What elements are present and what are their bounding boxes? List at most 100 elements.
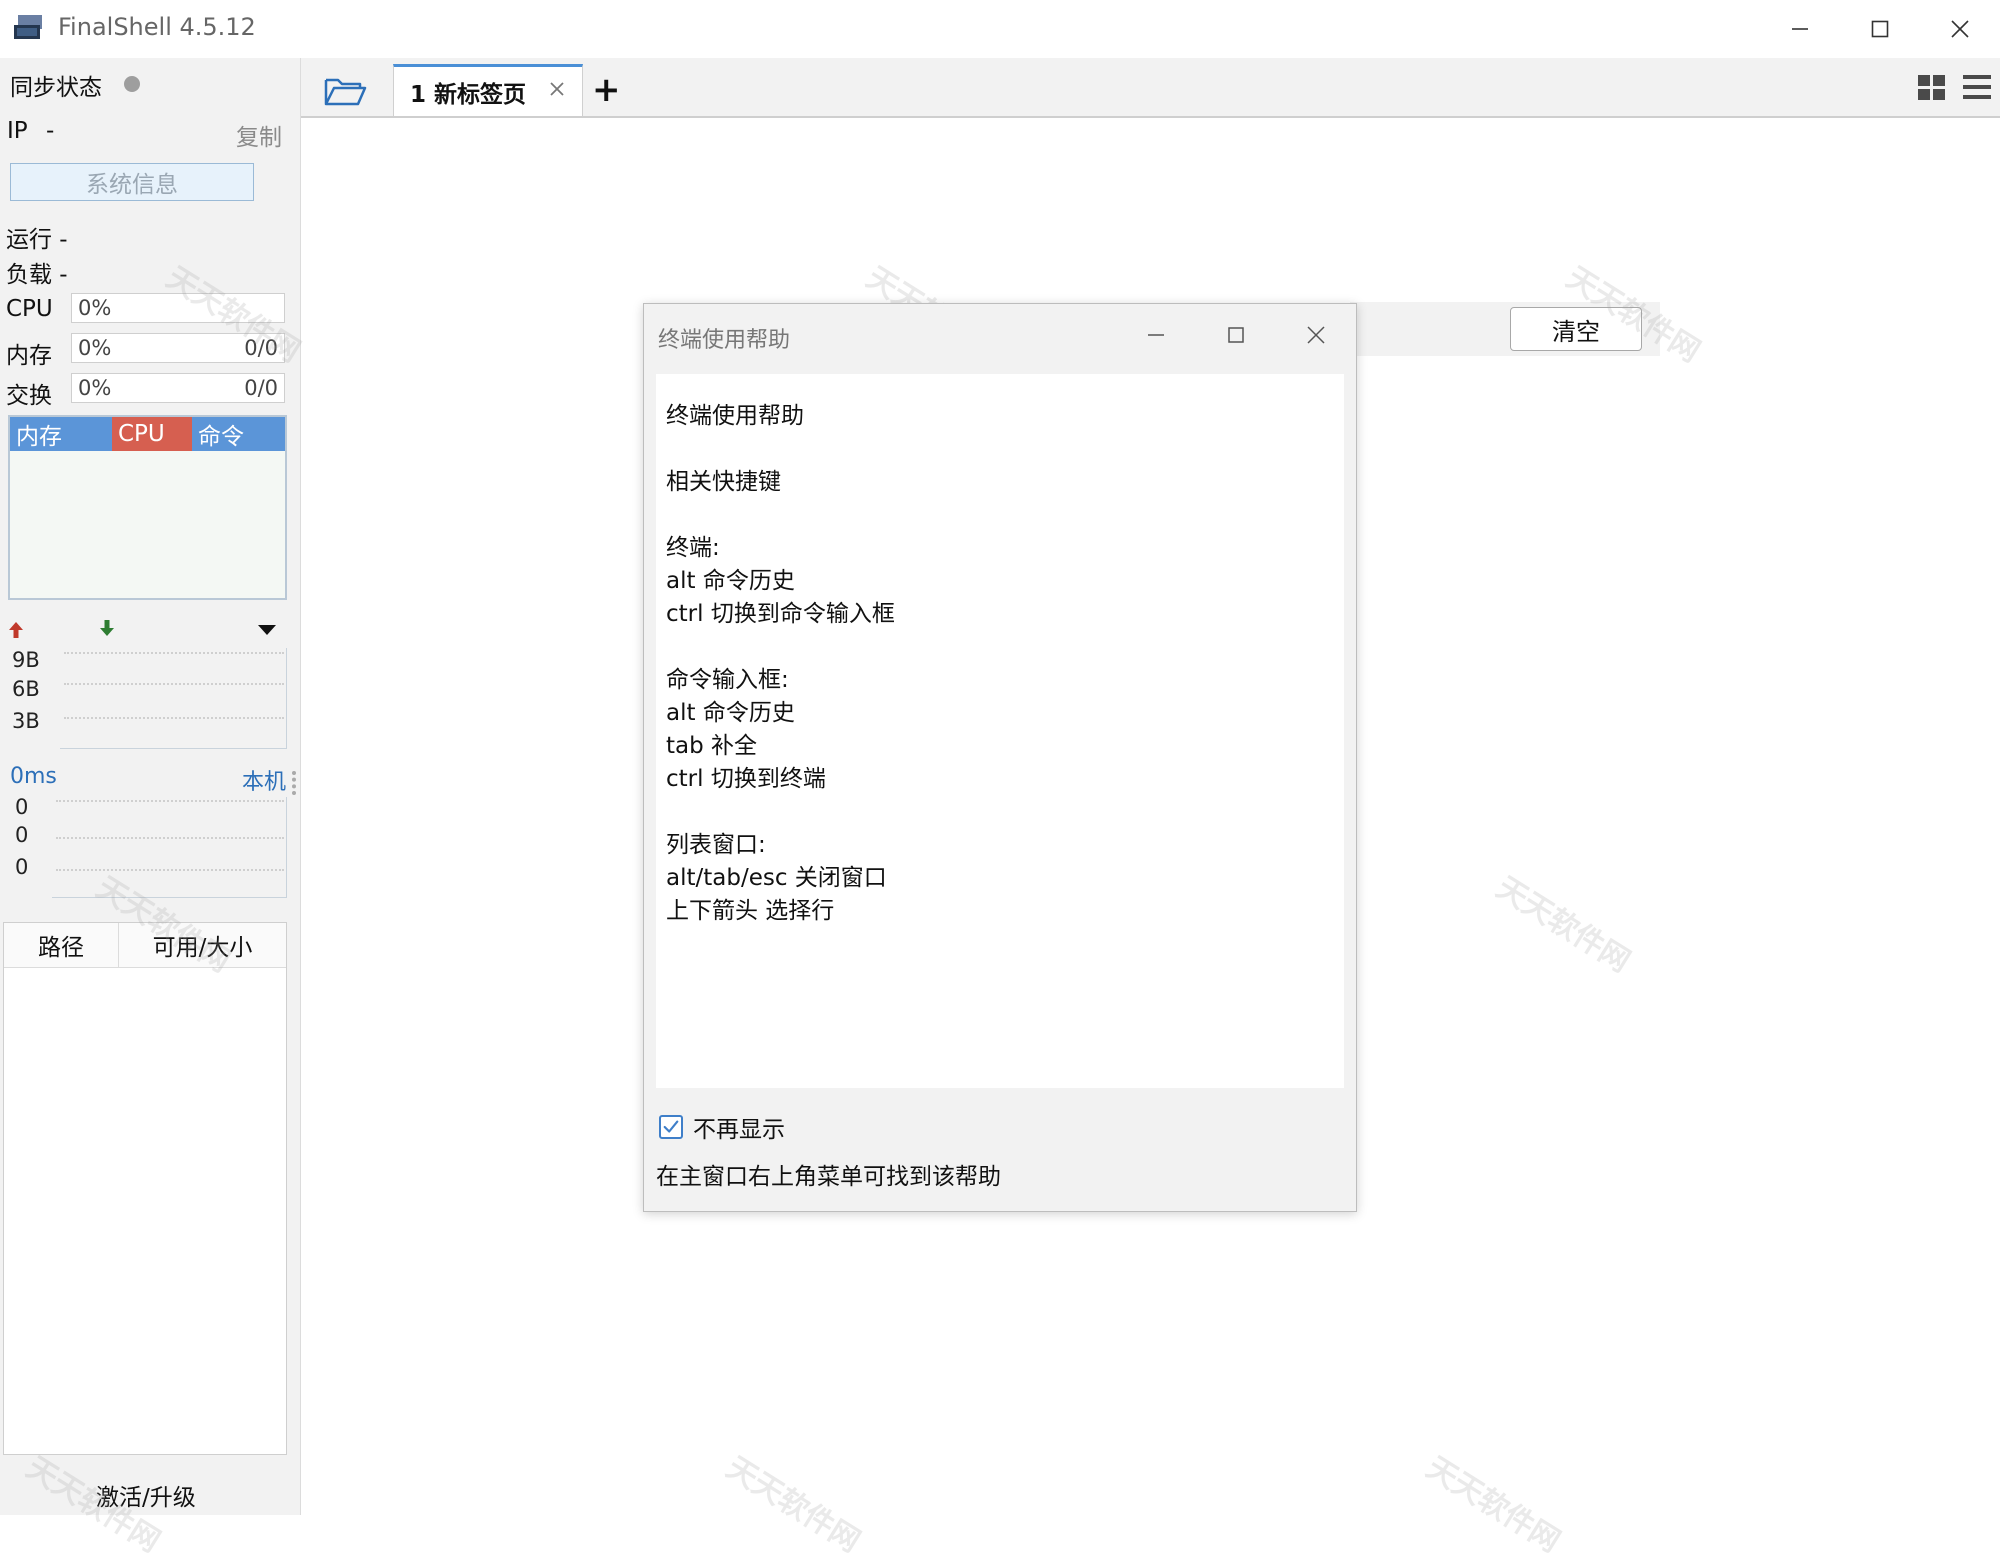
add-tab-button[interactable]: + (592, 72, 622, 108)
main-menu-button[interactable] (1962, 72, 1992, 102)
clear-button[interactable]: 清空 (1510, 307, 1642, 351)
memory-label: 内存 (6, 343, 52, 369)
network-dropdown-icon[interactable] (257, 622, 277, 641)
watermark: 天天软件网 (720, 1450, 867, 1560)
minimize-button[interactable] (1760, 0, 1840, 58)
minimize-icon (1148, 334, 1164, 336)
dialog-hint-text: 在主窗口右上角菜单可找到该帮助 (656, 1164, 1001, 1190)
layout-grid-button[interactable] (1917, 72, 1947, 102)
cpu-label: CPU (6, 296, 53, 322)
minimize-icon (1792, 28, 1808, 30)
cpu-percent: 0% (78, 296, 112, 320)
watermark: 天天软件网 (1490, 870, 1637, 980)
swap-percent: 0% (78, 376, 112, 400)
help-line: 相关快捷键 (666, 469, 781, 495)
latency-tick: 0 (15, 823, 29, 847)
window-title: FinalShell 4.5.12 (58, 13, 256, 41)
help-line: ctrl 切换到终端 (666, 766, 826, 792)
maximize-button[interactable] (1840, 0, 1920, 58)
uptime-label: 运行 - (6, 227, 68, 253)
grid-line (56, 837, 284, 839)
help-line (666, 499, 1334, 532)
help-line: 终端使用帮助 (666, 403, 804, 429)
close-button[interactable] (1920, 0, 2000, 58)
open-folder-button[interactable] (322, 72, 368, 108)
help-line: ctrl 切换到命令输入框 (666, 601, 895, 627)
dialog-close-button[interactable] (1276, 304, 1356, 366)
tab-label: 1 新标签页 (410, 81, 527, 108)
grid-line (64, 717, 284, 719)
load-label: 负载 - (6, 262, 68, 288)
maximize-icon (1228, 327, 1244, 343)
latency-label: 0ms (10, 764, 57, 789)
help-line: alt 命令历史 (666, 700, 795, 726)
grid-line (56, 800, 284, 802)
swap-meter: 0% 0/0 (71, 373, 285, 403)
close-icon (1307, 326, 1325, 344)
memory-percent: 0% (78, 336, 112, 360)
graph-tab-memory[interactable]: 内存 (10, 417, 112, 451)
latency-graph (52, 797, 287, 898)
swap-ratio: 0/0 (244, 376, 278, 400)
graph-tab-command[interactable]: 命令 (192, 417, 285, 451)
watermark: 天天软件网 (1420, 1450, 1567, 1560)
upload-arrow-icon (6, 620, 26, 644)
help-line: alt/tab/esc 关闭窗口 (666, 865, 887, 891)
title-bar (0, 0, 2000, 59)
help-line: 命令输入框: (666, 667, 789, 693)
close-icon (1951, 20, 1969, 38)
activate-upgrade-link[interactable]: 激活/升级 (96, 1478, 196, 1512)
app-logo-icon (14, 15, 44, 41)
latency-tick: 0 (15, 795, 29, 819)
help-line: tab 补全 (666, 733, 758, 759)
column-header-size[interactable]: 可用/大小 (119, 923, 286, 967)
terminal-help-dialog: 终端使用帮助 终端使用帮助 相关快捷键 终端: alt 命令历史 ctrl 切换… (643, 303, 1357, 1212)
dialog-maximize-button[interactable] (1196, 304, 1276, 366)
dialog-title: 终端使用帮助 (658, 328, 791, 353)
grid-line (56, 869, 284, 871)
grid-line (64, 683, 284, 685)
latency-host-selector[interactable]: 本机 (242, 764, 286, 796)
check-icon (663, 1120, 679, 1133)
help-line: 上下箭头 选择行 (666, 898, 835, 924)
help-line (666, 631, 1334, 664)
drag-handle[interactable] (292, 771, 300, 795)
close-icon (550, 82, 564, 96)
help-line (666, 433, 1334, 466)
graph-tabs: 内存 CPU 命令 (10, 417, 285, 451)
column-header-path[interactable]: 路径 (4, 923, 119, 967)
copy-ip-button[interactable]: 复制 (236, 118, 282, 152)
network-tick: 6B (12, 677, 40, 701)
swap-label: 交换 (6, 383, 52, 409)
resource-graph: 内存 CPU 命令 (8, 415, 287, 600)
network-tick: 3B (12, 709, 40, 733)
graph-tab-cpu[interactable]: CPU (112, 417, 192, 451)
download-arrow-icon (97, 618, 117, 642)
latency-tick: 0 (15, 855, 29, 879)
sync-status-icon (124, 76, 140, 92)
network-tick: 9B (12, 648, 40, 672)
ip-label: IP (7, 118, 28, 144)
maximize-icon (1871, 20, 1889, 38)
help-line: alt 命令历史 (666, 568, 795, 594)
ip-value: - (46, 118, 55, 144)
system-info-button[interactable]: 系统信息 (10, 163, 254, 201)
dont-show-checkbox[interactable] (659, 1115, 683, 1139)
memory-meter: 0% 0/0 (71, 333, 285, 363)
dialog-minimize-button[interactable] (1116, 304, 1196, 366)
sync-status-label: 同步状态 (10, 75, 102, 101)
help-line: 终端: (666, 535, 720, 561)
hamburger-menu-icon (1963, 75, 1991, 99)
dont-show-label: 不再显示 (693, 1117, 785, 1143)
dont-show-again-option[interactable]: 不再显示 (659, 1110, 785, 1144)
help-content: 终端使用帮助 相关快捷键 终端: alt 命令历史 ctrl 切换到命令输入框 … (656, 374, 1344, 1088)
disk-table-header: 路径 可用/大小 (4, 923, 286, 968)
folder-icon (324, 78, 367, 106)
cpu-meter: 0% (71, 293, 285, 323)
help-line (666, 796, 1334, 829)
memory-ratio: 0/0 (244, 336, 278, 360)
disk-table: 路径 可用/大小 (3, 922, 287, 1455)
grid-icon (1918, 75, 1945, 100)
tab-close-button[interactable] (548, 80, 566, 98)
network-graph (60, 648, 287, 749)
